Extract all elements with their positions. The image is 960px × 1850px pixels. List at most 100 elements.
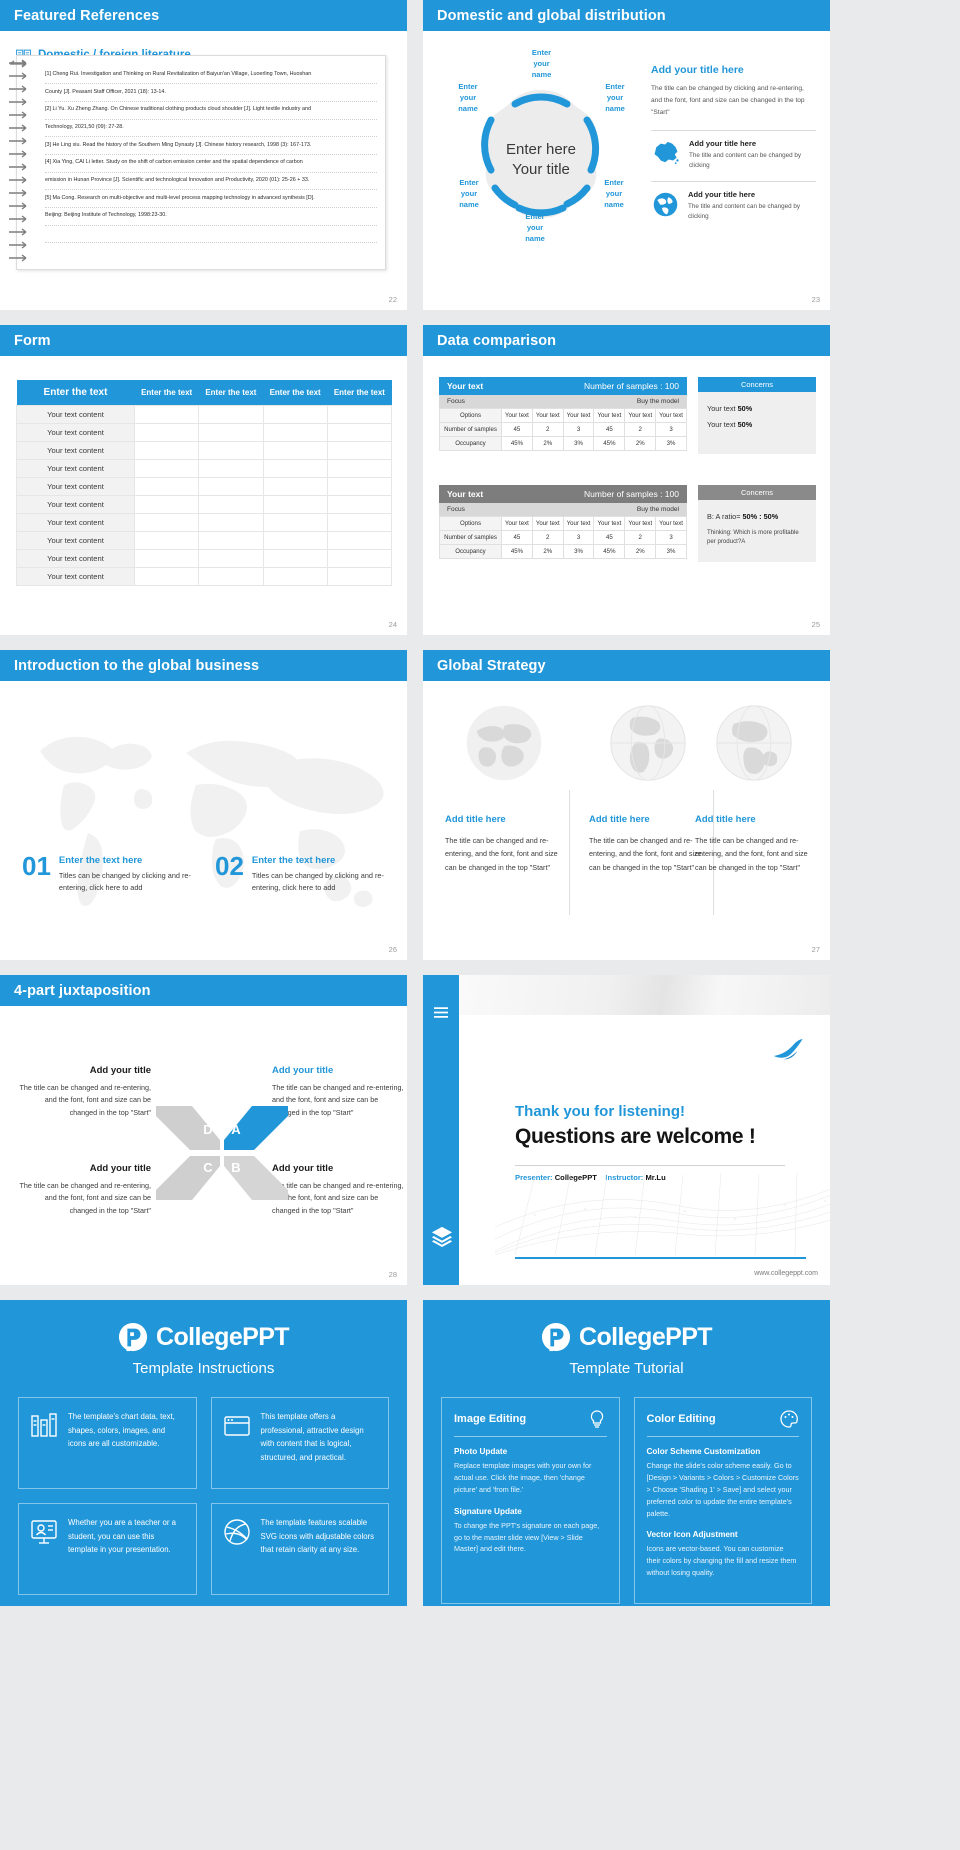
row-label: Number of samples bbox=[439, 530, 502, 545]
cell[interactable] bbox=[326, 549, 393, 568]
slide-global-strategy[interactable]: Global Strategy Add title here The title… bbox=[423, 650, 830, 960]
cell[interactable] bbox=[326, 477, 393, 496]
x-diagram-icon: D A C B bbox=[152, 1100, 288, 1200]
panel-template-tutorial[interactable]: CollegePPT Template Tutorial Image Editi… bbox=[423, 1300, 830, 1606]
column-body: The title can be changed and re-entering… bbox=[589, 836, 702, 872]
cell[interactable] bbox=[326, 459, 393, 478]
slide-4-part-juxtaposition[interactable]: 4-part juxtaposition Add your title The … bbox=[0, 975, 407, 1285]
table-row: Your text content bbox=[16, 513, 393, 532]
hamburger-icon[interactable] bbox=[434, 1007, 448, 1018]
quadrant-bottom-left[interactable]: Add your title The title can be changed … bbox=[16, 1163, 151, 1217]
panel-row[interactable]: Add your title here The title and conten… bbox=[651, 180, 816, 222]
cell[interactable] bbox=[262, 423, 328, 442]
cell[interactable] bbox=[198, 405, 264, 424]
cell[interactable] bbox=[326, 441, 393, 460]
slide-form[interactable]: Form Enter the text Enter the text Enter… bbox=[0, 325, 407, 635]
cell: Your text bbox=[562, 408, 595, 423]
cell[interactable] bbox=[198, 441, 264, 460]
form-table: Enter the text Enter the text Enter the … bbox=[16, 380, 393, 586]
cell[interactable] bbox=[262, 549, 328, 568]
strategy-column-2[interactable]: Add title here The title can be changed … bbox=[589, 700, 707, 874]
cell[interactable] bbox=[133, 441, 200, 460]
item-number: 02 bbox=[215, 851, 244, 881]
cell[interactable] bbox=[133, 549, 200, 568]
strategy-column-1[interactable]: Add title here The title can be changed … bbox=[445, 700, 563, 874]
table-row: Your text content bbox=[16, 459, 393, 478]
cell[interactable] bbox=[133, 423, 200, 442]
cell[interactable] bbox=[133, 567, 200, 586]
cell[interactable] bbox=[133, 495, 200, 514]
slide-thank-you[interactable]: Thank you for listening! Questions are w… bbox=[423, 975, 830, 1285]
collegeppt-logo: CollegePPT bbox=[18, 1322, 389, 1352]
card-text: This template offers a professional, att… bbox=[260, 1412, 364, 1462]
instruction-card[interactable]: This template offers a professional, att… bbox=[210, 1397, 389, 1489]
cell[interactable] bbox=[262, 531, 328, 550]
column-header: Enter the text bbox=[263, 380, 328, 406]
cell[interactable] bbox=[262, 513, 328, 532]
quadrant-bottom-right[interactable]: Add your title The title can be changed … bbox=[272, 1163, 407, 1217]
slide-featured-references[interactable]: Featured References Domestic / foreign l… bbox=[0, 0, 407, 310]
strategy-column-3[interactable]: Add title here The title can be changed … bbox=[695, 700, 813, 874]
numbered-item-02[interactable]: 02 Enter the text here Titles can be cha… bbox=[215, 851, 400, 895]
header-left: Your text bbox=[447, 381, 484, 391]
instruction-cards: The template's chart data, text, shapes,… bbox=[18, 1397, 389, 1595]
slide-global-business[interactable]: Introduction to the global business 01 E… bbox=[0, 650, 407, 960]
slide-title-bar: Introduction to the global business bbox=[0, 650, 407, 681]
instruction-card[interactable]: Whether you are a teacher or a student, … bbox=[18, 1503, 197, 1595]
cell[interactable] bbox=[262, 441, 328, 460]
cell[interactable] bbox=[262, 405, 328, 424]
quadrant-top-left[interactable]: Add your title The title can be changed … bbox=[16, 1065, 151, 1119]
quadrant-top-right[interactable]: Add your title The title can be changed … bbox=[272, 1065, 407, 1119]
cell[interactable] bbox=[133, 531, 200, 550]
cell[interactable] bbox=[326, 531, 393, 550]
slide-data-comparison[interactable]: Data comparison Your text Number of samp… bbox=[423, 325, 830, 635]
numbered-item-01[interactable]: 01 Enter the text here Titles can be cha… bbox=[22, 853, 207, 895]
column-divider bbox=[569, 790, 570, 915]
cell[interactable] bbox=[133, 513, 200, 532]
instruction-card[interactable]: The template's chart data, text, shapes,… bbox=[18, 1397, 197, 1489]
cell[interactable] bbox=[326, 495, 393, 514]
cell[interactable] bbox=[326, 513, 393, 532]
svg-text:Your title: Your title bbox=[512, 161, 570, 178]
cell[interactable] bbox=[198, 495, 264, 514]
item-body: Titles can be changed by clicking and re… bbox=[251, 871, 384, 893]
panel-template-instructions[interactable]: CollegePPT Template Instructions The tem… bbox=[0, 1300, 407, 1606]
panel-row[interactable]: Add your title here The title and conten… bbox=[651, 129, 816, 171]
cell[interactable] bbox=[262, 495, 328, 514]
page-title: 4-part juxtaposition bbox=[14, 982, 151, 999]
section-text: To change the PPT's signature on each pa… bbox=[454, 1520, 600, 1554]
instruction-card[interactable]: The template features scalable SVG icons… bbox=[210, 1503, 389, 1595]
cell[interactable] bbox=[262, 459, 328, 478]
quadrant-heading: Add your title bbox=[89, 1163, 151, 1174]
petal-label-top-right: Enter your name bbox=[605, 82, 625, 113]
cell[interactable] bbox=[262, 477, 328, 496]
page-number: 28 bbox=[388, 1270, 397, 1279]
chart-data-icon bbox=[30, 1412, 58, 1440]
cell[interactable] bbox=[198, 549, 264, 568]
cell[interactable] bbox=[198, 567, 264, 586]
cell[interactable] bbox=[326, 405, 393, 424]
cell[interactable] bbox=[133, 477, 200, 496]
cell[interactable] bbox=[326, 567, 393, 586]
tutorial-card-image-editing[interactable]: Image Editing Photo Update Replace templ… bbox=[441, 1397, 620, 1604]
page-title: Data comparison bbox=[437, 332, 557, 349]
cell[interactable] bbox=[133, 459, 200, 478]
item-heading: Enter the text here bbox=[251, 855, 336, 866]
cell[interactable] bbox=[262, 567, 328, 586]
row-label: Your text content bbox=[16, 423, 135, 442]
cell[interactable] bbox=[198, 477, 264, 496]
cell[interactable] bbox=[326, 423, 393, 442]
slide-domestic-global-distribution[interactable]: Domestic and global distribution Enter h… bbox=[423, 0, 830, 310]
reference-line bbox=[45, 231, 377, 244]
card-text: The template features scalable SVG icons… bbox=[260, 1518, 375, 1555]
cell[interactable] bbox=[198, 423, 264, 442]
column-body: The title can be changed and re-entering… bbox=[445, 836, 558, 872]
page-number: 22 bbox=[388, 295, 397, 304]
cell[interactable] bbox=[198, 531, 264, 550]
tutorial-card-color-editing[interactable]: Color Editing Color Scheme Customization… bbox=[633, 1397, 812, 1604]
column-heading: Add title here bbox=[445, 814, 506, 825]
cell[interactable] bbox=[133, 405, 200, 424]
cell[interactable] bbox=[198, 513, 264, 532]
cell[interactable] bbox=[198, 459, 264, 478]
subhead: Questions are welcome ! bbox=[515, 1125, 756, 1148]
